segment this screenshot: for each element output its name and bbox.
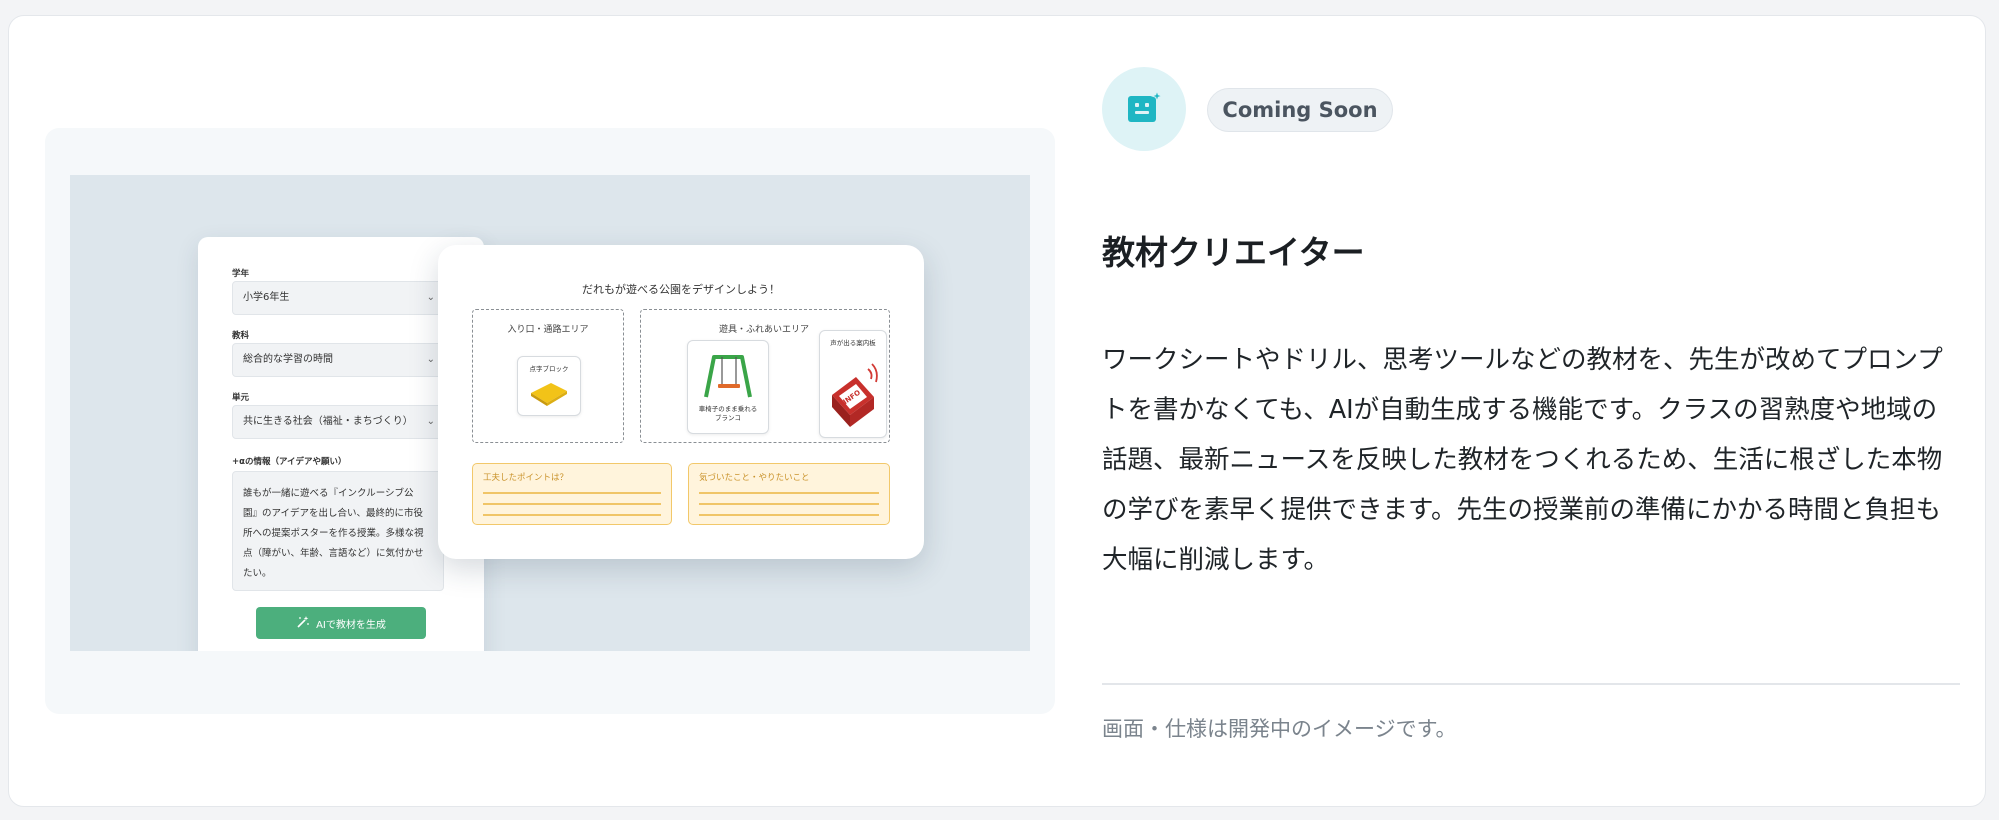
play-area-title: 遊具・ふれあいエリア — [719, 325, 810, 335]
preview-screenshot: 学年 小学6年生 ⌄ 教科 総合的な学習の時間 ⌄ 単元 共に生きる社会（福祉・… — [70, 175, 1030, 651]
accessible-swing-tile: 車椅子のまま乗れる ブランコ — [687, 340, 769, 434]
divider — [1102, 683, 1960, 685]
feature-description: ワークシートやドリル、思考ツールなどの教材を、先生が改めてプロンプトを書かなくて… — [1102, 345, 1943, 575]
writing-line — [699, 514, 879, 516]
textarea-line: 点（障がい、年齢、言語など）に気付かせ — [243, 548, 424, 559]
entrance-area: 入り口・通路エリア 点字ブロック — [472, 309, 624, 443]
feature-icon-badge — [1102, 67, 1186, 151]
braille-block-icon — [531, 383, 567, 406]
grade-value: 小学6年生 — [243, 292, 290, 303]
writing-line — [483, 503, 661, 505]
swing-caption-2: ブランコ — [715, 414, 741, 422]
textarea-line: 誰もが一緒に遊べる『インクルーシブ公 — [243, 488, 414, 499]
writing-line — [699, 492, 879, 494]
subject-value: 総合的な学習の時間 — [243, 354, 333, 365]
chevron-down-icon: ⌄ — [426, 354, 435, 365]
unit-label: 単元 — [232, 393, 250, 403]
braille-block-label: 点字ブロック — [529, 365, 569, 373]
app-sparkle-icon — [1128, 89, 1164, 122]
unit-value: 共に生きる社会（福祉・まちづくり） — [243, 416, 413, 427]
worksheet-title: だれもが遊べる公園をデザインしよう！ — [582, 283, 780, 296]
notice-note-title: 気づいたこと・やりたいこと — [699, 473, 810, 483]
points-note-title: 工夫したポイントは？ — [483, 473, 569, 483]
voice-sign-tile: 声が出る案内板 INFO — [819, 330, 887, 438]
swing-icon — [704, 355, 752, 398]
notice-note-box: 気づいたこと・やりたいこと — [688, 463, 890, 525]
magic-wand-icon — [296, 615, 310, 632]
writing-line — [483, 492, 661, 494]
feature-title: 教材クリエイター — [1102, 233, 1365, 272]
textarea-line: 所への提案ポスターを作る授業。多様な視 — [243, 528, 424, 539]
chevron-down-icon: ⌄ — [426, 292, 435, 303]
textarea-line: 園』のアイデアを出し合い、最終的に市役 — [243, 508, 424, 519]
extra-info-label: +αの情報（アイデアや願い） — [232, 457, 347, 467]
subject-select[interactable]: 総合的な学習の時間 ⌄ — [232, 343, 444, 377]
textarea-line: たい。 — [243, 568, 272, 579]
entrance-area-title: 入り口・通路エリア — [507, 325, 589, 335]
generate-button-label: AIで教材を生成 — [316, 619, 386, 631]
feature-card: 学年 小学6年生 ⌄ 教科 総合的な学習の時間 ⌄ 単元 共に生きる社会（福祉・… — [8, 15, 1986, 807]
points-note-box: 工夫したポイントは？ — [472, 463, 672, 525]
swing-caption-1: 車椅子のまま乗れる — [698, 405, 758, 413]
preview-frame: 学年 小学6年生 ⌄ 教科 総合的な学習の時間 ⌄ 単元 共に生きる社会（福祉・… — [45, 128, 1055, 714]
generate-material-button[interactable]: AIで教材を生成 — [256, 607, 426, 639]
play-area: 遊具・ふれあいエリア 車椅子のまま乗れる ブランコ 声が出る案内板 INFO — [640, 309, 890, 443]
coming-soon-badge: Coming Soon — [1207, 88, 1393, 132]
voice-sign-caption: 声が出る案内板 — [830, 339, 876, 347]
braille-block-tile: 点字ブロック — [517, 356, 581, 416]
disclaimer-note: 画面・仕様は開発中のイメージです。 — [1102, 717, 1457, 741]
info-sign-icon: INFO — [832, 363, 878, 427]
writing-line — [483, 514, 661, 516]
chevron-down-icon: ⌄ — [426, 416, 435, 427]
unit-select[interactable]: 共に生きる社会（福祉・まちづくり） ⌄ — [232, 405, 444, 439]
grade-select[interactable]: 小学6年生 ⌄ — [232, 281, 444, 315]
subject-label: 教科 — [232, 331, 250, 341]
grade-label: 学年 — [232, 269, 250, 279]
writing-line — [699, 503, 879, 505]
worksheet-preview: だれもが遊べる公園をデザインしよう！ 入り口・通路エリア 点字ブロック 遊具・ふ… — [438, 245, 924, 559]
extra-info-textarea[interactable]: 誰もが一緒に遊べる『インクルーシブ公 園』のアイデアを出し合い、最終的に市役 所… — [232, 471, 444, 591]
